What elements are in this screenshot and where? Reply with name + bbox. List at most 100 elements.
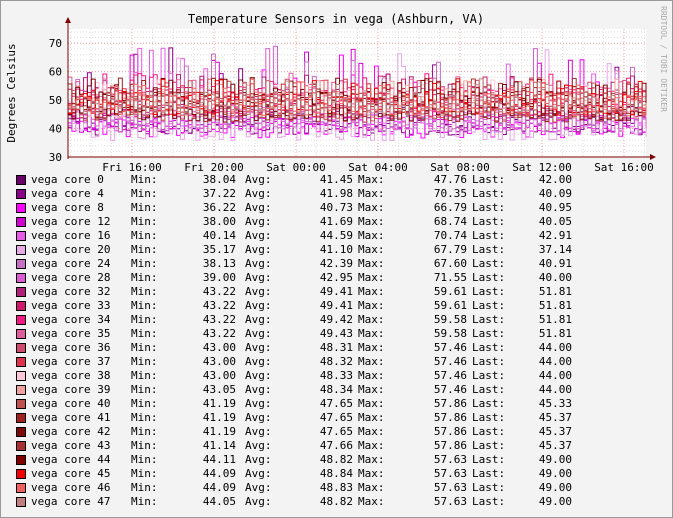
max-value: 57.86 xyxy=(433,397,467,410)
min-label: Min: xyxy=(131,411,158,424)
avg-value: 48.84 xyxy=(319,467,353,480)
legend-row: vega core 34 Min: 43.22 Avg: 49.42 Max: 59.58 L… xyxy=(15,313,665,327)
legend-swatch xyxy=(16,315,26,325)
max-label: Max: xyxy=(358,327,385,340)
last-value: 45.33 xyxy=(538,397,572,410)
avg-value: 41.98 xyxy=(319,187,353,200)
min-value: 38.00 xyxy=(202,215,236,228)
avg-label: Avg: xyxy=(245,201,272,214)
last-label: Last: xyxy=(472,411,506,424)
avg-value: 47.65 xyxy=(319,397,353,410)
avg-label: Avg: xyxy=(245,439,272,452)
max-value: 57.63 xyxy=(433,467,467,480)
last-label: Last: xyxy=(472,425,506,438)
max-value: 71.55 xyxy=(433,271,467,284)
max-value: 57.86 xyxy=(433,425,467,438)
avg-label: Avg: xyxy=(245,495,272,508)
legend-row: vega core 42 Min: 41.19 Avg: 47.65 Max: 57.86 L… xyxy=(15,425,665,439)
min-value: 43.00 xyxy=(202,369,236,382)
min-value: 43.22 xyxy=(202,313,236,326)
last-value: 40.95 xyxy=(538,201,572,214)
avg-value: 44.59 xyxy=(319,229,353,242)
max-label: Max: xyxy=(358,257,385,270)
max-value: 59.58 xyxy=(433,327,467,340)
last-value: 42.91 xyxy=(538,229,572,242)
legend-row: vega core 0 Min: 38.04 Avg: 41.45 Max: 47.76 La… xyxy=(15,173,665,187)
max-value: 57.63 xyxy=(433,453,467,466)
avg-value: 48.82 xyxy=(319,453,353,466)
avg-label: Avg: xyxy=(245,355,272,368)
legend-row: vega core 41 Min: 41.19 Avg: 47.65 Max: 57.86 L… xyxy=(15,411,665,425)
avg-label: Avg: xyxy=(245,215,272,228)
avg-label: Avg: xyxy=(245,341,272,354)
min-value: 41.14 xyxy=(202,439,236,452)
max-label: Max: xyxy=(358,271,385,284)
max-label: Max: xyxy=(358,453,385,466)
max-value: 68.74 xyxy=(433,215,467,228)
last-label: Last: xyxy=(472,439,506,452)
max-label: Max: xyxy=(358,397,385,410)
legend: vega core 0 Min: 38.04 Avg: 41.45 Max: 47.76 La… xyxy=(15,173,665,509)
max-label: Max: xyxy=(358,201,385,214)
avg-value: 40.73 xyxy=(319,201,353,214)
series-name: vega core 0 xyxy=(31,173,104,186)
last-label: Last: xyxy=(472,341,506,354)
max-value: 57.86 xyxy=(433,439,467,452)
last-label: Last: xyxy=(472,383,506,396)
max-label: Max: xyxy=(358,481,385,494)
min-label: Min: xyxy=(131,229,158,242)
min-value: 44.09 xyxy=(202,481,236,494)
x-tick-label: Fri 16:00 xyxy=(102,161,162,173)
avg-value: 41.69 xyxy=(319,215,353,228)
min-label: Min: xyxy=(131,257,158,270)
avg-value: 42.39 xyxy=(319,257,353,270)
max-value: 70.74 xyxy=(433,229,467,242)
max-label: Max: xyxy=(358,439,385,452)
legend-swatch xyxy=(16,301,26,311)
legend-row: vega core 20 Min: 35.17 Avg: 41.10 Max: 67.79 L… xyxy=(15,243,665,257)
avg-value: 48.34 xyxy=(319,383,353,396)
last-label: Last: xyxy=(472,299,506,312)
legend-swatch xyxy=(16,329,26,339)
avg-value: 48.31 xyxy=(319,341,353,354)
last-value: 51.81 xyxy=(538,285,572,298)
legend-swatch xyxy=(16,441,26,451)
legend-swatch xyxy=(16,259,26,269)
last-value: 44.00 xyxy=(538,369,572,382)
legend-swatch xyxy=(16,287,26,297)
avg-value: 41.10 xyxy=(319,243,353,256)
x-axis-arrow xyxy=(650,154,656,160)
avg-label: Avg: xyxy=(245,299,272,312)
max-value: 57.46 xyxy=(433,355,467,368)
legend-swatch xyxy=(16,231,26,241)
min-value: 40.14 xyxy=(202,229,236,242)
last-label: Last: xyxy=(472,327,506,340)
legend-row: vega core 32 Min: 43.22 Avg: 49.41 Max: 59.61 L… xyxy=(15,285,665,299)
min-label: Min: xyxy=(131,369,158,382)
legend-row: vega core 28 Min: 39.00 Avg: 42.95 Max: 71.55 L… xyxy=(15,271,665,285)
avg-value: 48.33 xyxy=(319,369,353,382)
min-value: 38.13 xyxy=(202,257,236,270)
max-value: 57.46 xyxy=(433,369,467,382)
x-tick-label: Sat 16:00 xyxy=(594,161,654,173)
y-axis-label: Degrees Celsius xyxy=(5,43,18,142)
max-label: Max: xyxy=(358,285,385,298)
max-value: 57.46 xyxy=(433,383,467,396)
last-value: 51.81 xyxy=(538,313,572,326)
series-name: vega core 12 xyxy=(31,215,111,228)
max-value: 66.79 xyxy=(433,201,467,214)
last-value: 49.00 xyxy=(538,481,572,494)
last-value: 40.00 xyxy=(538,271,572,284)
max-label: Max: xyxy=(358,313,385,326)
last-label: Last: xyxy=(472,215,506,228)
last-value: 45.37 xyxy=(538,425,572,438)
legend-row: vega core 4 Min: 37.22 Avg: 41.98 Max: 70.35 La… xyxy=(15,187,665,201)
max-value: 57.63 xyxy=(433,481,467,494)
min-value: 43.05 xyxy=(202,383,236,396)
rrdtool-watermark: RRDTOOL / TOBI OETIKER xyxy=(659,6,668,112)
max-label: Max: xyxy=(358,341,385,354)
min-value: 43.00 xyxy=(202,355,236,368)
min-value: 39.00 xyxy=(202,271,236,284)
max-label: Max: xyxy=(358,173,385,186)
last-value: 45.37 xyxy=(538,439,572,452)
